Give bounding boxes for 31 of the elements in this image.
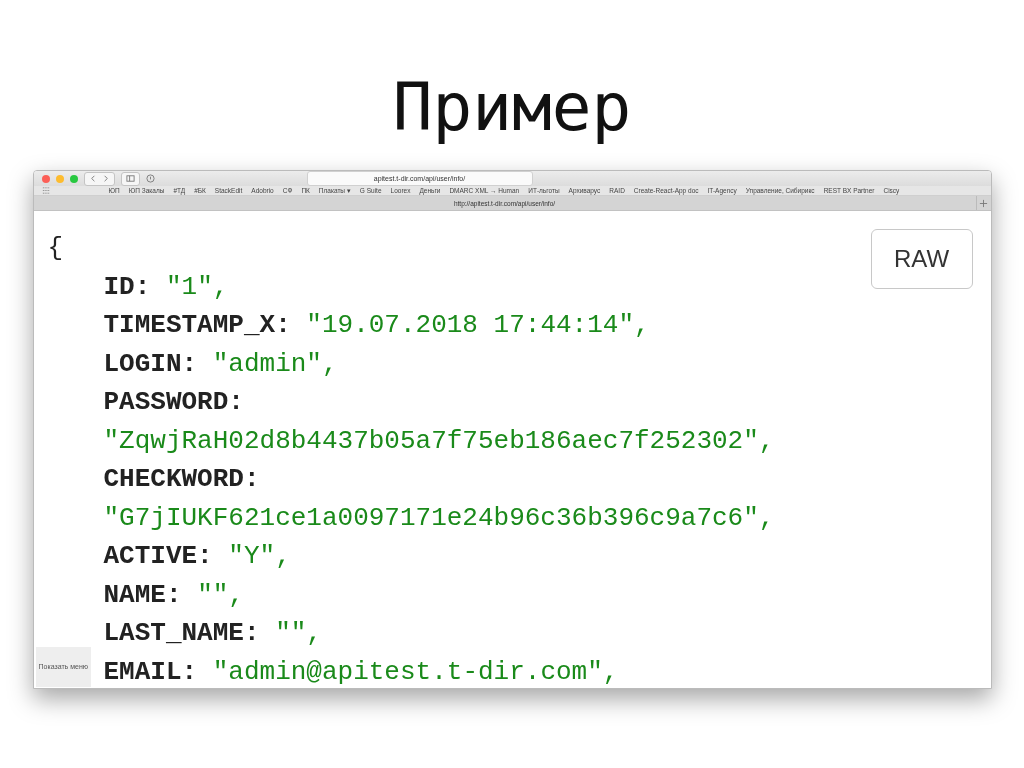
json-value: "admin@apitest.t-dir.com", (212, 656, 619, 687)
json-value: "admin", (212, 348, 338, 379)
json-value: "", (197, 579, 244, 610)
json-key: NAME: (103, 579, 182, 610)
json-value: "", (275, 618, 322, 648)
sidebar-button[interactable] (120, 171, 140, 186)
navigation-buttons[interactable] (83, 171, 115, 186)
json-key: LOGIN: (103, 348, 198, 379)
json-key: PASSWORD: (103, 387, 244, 417)
open-brace: { (47, 233, 64, 263)
json-value: "1", (165, 271, 229, 302)
sidebar-icon[interactable] (125, 174, 135, 183)
plus-icon[interactable] (979, 198, 988, 208)
json-key: ACTIVE: (103, 541, 213, 571)
json-key: CHECKWORD: (103, 464, 260, 494)
maximize-button[interactable] (69, 174, 78, 183)
json-key: TIMESTAMP_X: (103, 310, 291, 340)
raw-button[interactable]: RAW (870, 229, 973, 289)
json-value: "ZqwjRaH02d8b4437b05a7f75eb186aec7f252302", (103, 425, 775, 456)
json-key: EMAIL: (103, 656, 198, 687)
json-key: LAST_NAME: (103, 618, 260, 648)
json-value: "19.07.2018 17:44:14", (306, 310, 650, 340)
json-value: "G7jIUKF621ce1a0097171e24b96c36b396c9a7c6", (103, 502, 775, 533)
back-icon[interactable] (88, 174, 98, 183)
info-icon[interactable] (145, 174, 155, 183)
grid-icon[interactable] (41, 186, 51, 195)
slide-title: Пример (392, 68, 632, 148)
json-value: "Y", (228, 541, 291, 571)
minimize-button[interactable] (55, 174, 64, 183)
close-button[interactable] (41, 174, 50, 183)
json-key: ID: (103, 271, 151, 302)
